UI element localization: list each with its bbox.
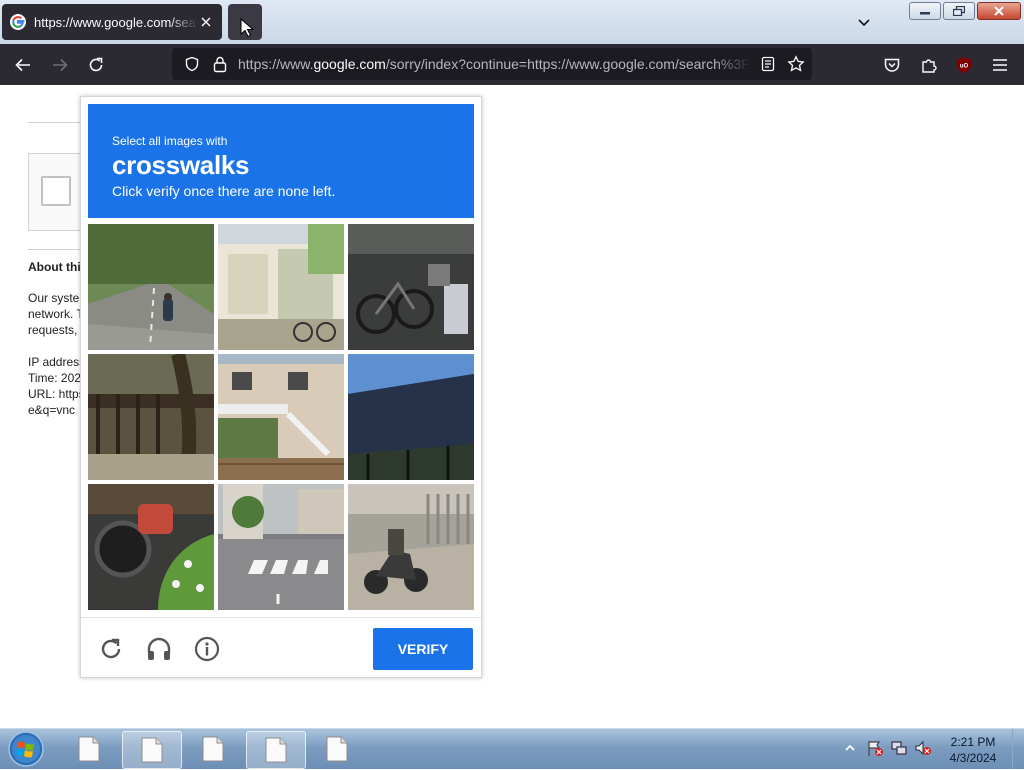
divider xyxy=(28,249,88,250)
instruction-line: Select all images with xyxy=(112,134,228,148)
clock-time: 2:21 PM xyxy=(950,735,996,749)
tab-strip: https://www.google.com/search?q=vnc xyxy=(0,0,1024,44)
show-hidden-icons-chevron-icon[interactable] xyxy=(845,744,855,752)
list-all-tabs-icon[interactable] xyxy=(856,14,872,30)
help-info-icon[interactable] xyxy=(194,636,220,662)
minimize-icon xyxy=(920,12,930,15)
about-text-line: requests, and not a robot. xyxy=(28,323,88,337)
captcha-tile-dark-roof[interactable] xyxy=(348,354,474,480)
captcha-tile-motorbike-bushes[interactable] xyxy=(88,484,214,610)
captcha-tile-house-stairs[interactable] xyxy=(218,354,344,480)
volume-muted-icon[interactable] xyxy=(914,739,932,757)
document-icon xyxy=(141,737,163,763)
network-icon[interactable] xyxy=(890,739,908,757)
document-icon xyxy=(265,737,287,763)
address-bar[interactable]: https://www.google.com/sorry/index?conti… xyxy=(172,48,812,80)
back-arrow-icon[interactable] xyxy=(14,56,32,74)
google-g-icon xyxy=(10,14,26,30)
reader-view-icon[interactable] xyxy=(760,56,776,72)
url-text[interactable]: https://www.google.com/sorry/index?conti… xyxy=(238,56,750,72)
tracking-protection-shield-icon[interactable] xyxy=(184,56,200,72)
instruction-line: Click verify once there are none left. xyxy=(112,183,336,199)
url-line: URL: https://www.google.com/search?q=vnc xyxy=(28,387,88,401)
reload-icon[interactable] xyxy=(87,56,105,74)
url-line-continued: e&q=vnc xyxy=(28,403,76,417)
taskbar-app-button[interactable] xyxy=(60,731,118,767)
captcha-challenge: Select all images with crosswalks Click … xyxy=(80,96,482,678)
captcha-footer: VERIFY xyxy=(81,617,481,678)
document-icon xyxy=(78,736,100,762)
captcha-tile-wooden-bridge[interactable] xyxy=(88,354,214,480)
ip-address-line: IP address: xyxy=(28,355,88,369)
captcha-tile-street-crosswalk[interactable] xyxy=(218,484,344,610)
document-icon xyxy=(326,736,348,762)
reload-challenge-icon[interactable] xyxy=(98,636,124,662)
captcha-tile-road-scooter[interactable] xyxy=(88,224,214,350)
bookmark-star-icon[interactable] xyxy=(787,55,805,73)
window-close-button[interactable] xyxy=(977,2,1021,20)
lock-icon[interactable] xyxy=(212,55,228,73)
captcha-tile-parked-bicycles[interactable] xyxy=(348,224,474,350)
restore-button[interactable] xyxy=(943,2,975,20)
divider xyxy=(28,122,88,123)
challenge-target: crosswalks xyxy=(112,150,250,180)
navigation-toolbar: https://www.google.com/sorry/index?conti… xyxy=(0,44,1024,85)
verify-button[interactable]: VERIFY xyxy=(373,628,473,670)
ublock-origin-icon[interactable]: uO xyxy=(955,56,973,74)
about-text-line: network. This page checks to see if it's… xyxy=(28,307,88,321)
system-clock[interactable]: 2:21 PM 4/3/2024 xyxy=(945,734,1001,766)
taskbar-app-button[interactable] xyxy=(184,731,242,767)
pocket-icon[interactable] xyxy=(883,56,901,74)
windows-start-orb-icon[interactable] xyxy=(6,730,46,770)
taskbar-app-button[interactable] xyxy=(308,731,366,767)
extensions-puzzle-icon[interactable] xyxy=(920,56,938,74)
browser-tab[interactable]: https://www.google.com/search?q=vnc xyxy=(2,4,222,40)
windows-taskbar: 2:21 PM 4/3/2024 xyxy=(0,728,1024,769)
document-icon xyxy=(202,736,224,762)
taskbar-app-button[interactable] xyxy=(122,731,182,769)
time-line: Time: 2024-04-03 xyxy=(28,371,88,385)
minimize-button[interactable] xyxy=(909,2,941,20)
about-text-line: Our systems have detected unusual traffi… xyxy=(28,291,88,305)
captcha-tile-parked-motorbike[interactable] xyxy=(348,484,474,610)
forward-arrow-icon[interactable] xyxy=(51,56,69,74)
new-tab-button[interactable] xyxy=(228,4,262,40)
action-center-flag-icon[interactable] xyxy=(866,739,884,757)
window-controls xyxy=(909,2,1021,20)
taskbar-app-button[interactable] xyxy=(246,731,306,769)
hamburger-menu-icon[interactable] xyxy=(991,56,1009,74)
tab-title: https://www.google.com/search?q=vnc xyxy=(34,15,198,30)
captcha-tile-house-bicycles[interactable] xyxy=(218,224,344,350)
show-desktop-button[interactable] xyxy=(1012,729,1024,769)
clock-date: 4/3/2024 xyxy=(949,751,997,765)
about-heading: About this page xyxy=(28,260,88,274)
restore-icon xyxy=(953,6,965,16)
tab-close-icon[interactable] xyxy=(198,14,214,30)
recaptcha-checkbox[interactable] xyxy=(41,176,71,206)
about-section: About this page Our systems have detecte… xyxy=(28,259,88,418)
mouse-pointer-icon xyxy=(240,18,254,38)
captcha-instructions: Select all images with crosswalks Click … xyxy=(88,104,474,218)
close-icon xyxy=(994,6,1004,16)
audio-challenge-headphones-icon[interactable] xyxy=(146,636,172,662)
svg-text:uO: uO xyxy=(960,64,969,70)
